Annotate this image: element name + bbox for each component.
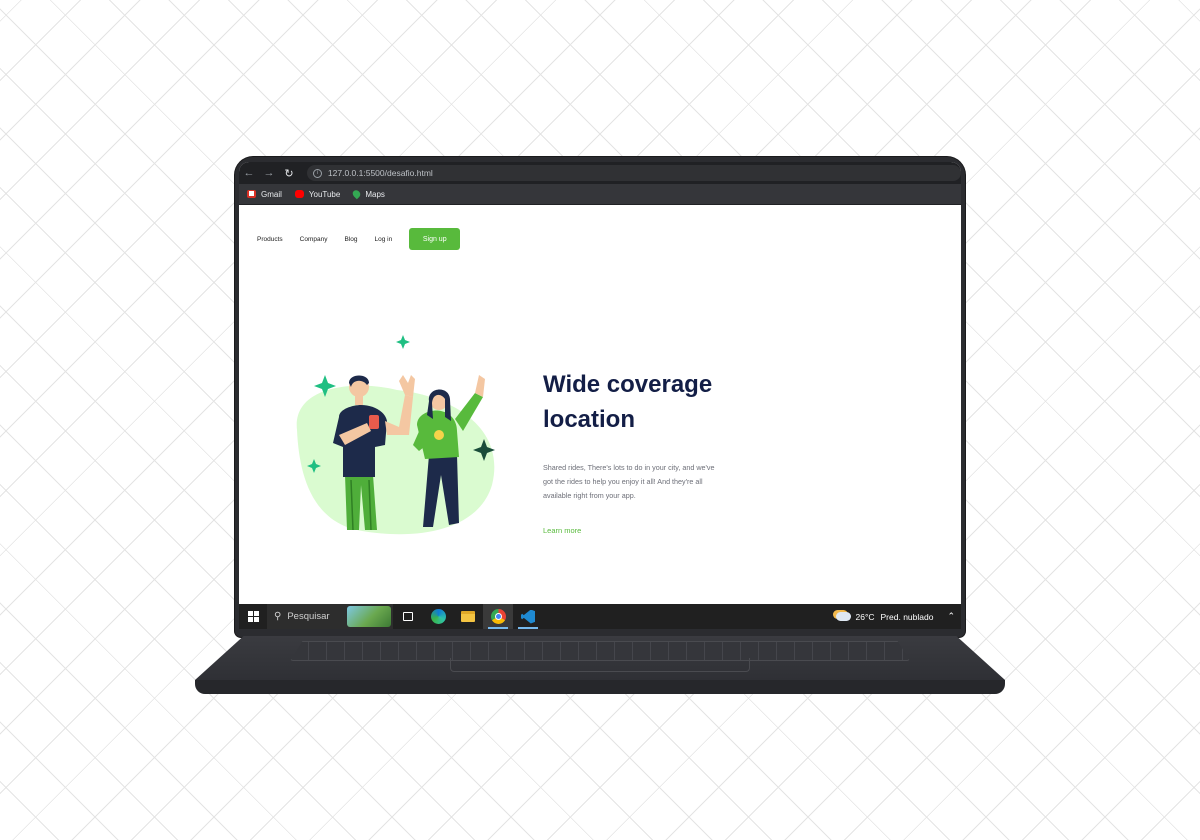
learn-more-link[interactable]: Learn more <box>543 526 581 535</box>
gmail-icon <box>247 190 256 198</box>
nav-company[interactable]: Company <box>300 236 328 243</box>
hero-title-line: location <box>543 406 636 433</box>
start-button[interactable] <box>239 611 267 622</box>
maps-icon <box>351 188 363 200</box>
back-icon[interactable]: ← <box>239 167 259 179</box>
widgets-icon[interactable] <box>347 606 391 627</box>
bookmark-maps[interactable]: Maps <box>351 188 385 200</box>
site-info-icon[interactable]: i <box>312 168 322 178</box>
weather-text[interactable]: Pred. nublado <box>881 612 934 622</box>
hero-text-line: Shared rides, There's lots to do in your… <box>543 463 715 472</box>
laptop-base <box>195 636 1005 696</box>
bookmarks-bar: Gmail YouTube Maps <box>239 184 961 205</box>
windows-icon <box>247 611 259 622</box>
forward-icon[interactable]: → <box>259 167 279 179</box>
cloud-icon <box>835 612 851 621</box>
search-placeholder: Pesquisar <box>287 611 330 622</box>
hero-description: Shared rides, There's lots to do in your… <box>543 461 743 503</box>
nav-products[interactable]: Products <box>257 236 283 243</box>
top-nav: Products Company Blog Log in Sign up <box>257 228 461 250</box>
nav-login[interactable]: Log in <box>375 236 393 243</box>
hero-title-line: Wide coverage <box>543 371 713 398</box>
signup-button[interactable]: Sign up <box>409 228 461 250</box>
task-view-icon[interactable] <box>393 604 423 629</box>
chrome-icon[interactable] <box>483 604 513 629</box>
bookmark-youtube[interactable]: YouTube <box>294 189 341 199</box>
url-text: 127.0.0.1:5500/desafio.html <box>327 168 433 178</box>
vscode-icon[interactable] <box>513 604 543 629</box>
bookmark-gmail[interactable]: Gmail <box>247 190 282 199</box>
edge-icon[interactable] <box>423 604 453 629</box>
bookmark-label: Maps <box>365 189 385 199</box>
nav-blog[interactable]: Blog <box>344 236 357 243</box>
windows-taskbar: ⚲ Pesquisar 26°C Pred. nublado ⌃ <box>239 604 961 629</box>
laptop-trackpad <box>450 658 750 672</box>
address-bar[interactable]: i 127.0.0.1:5500/desafio.html <box>306 165 961 181</box>
sparkle-icon <box>396 335 410 349</box>
chevron-up-icon[interactable]: ⌃ <box>947 611 955 622</box>
hero-text-line: got the rides to help you enjoy it all! … <box>543 477 703 486</box>
reload-icon[interactable]: ↻ <box>279 167 299 180</box>
hero-title: Wide coverage location <box>543 367 763 437</box>
laptop-screen: ← → ↻ i 127.0.0.1:5500/desafio.html Gmai… <box>239 162 961 629</box>
web-page: Products Company Blog Log in Sign up Wid… <box>239 205 961 604</box>
browser-toolbar: ← → ↻ i 127.0.0.1:5500/desafio.html <box>239 162 961 184</box>
youtube-icon <box>294 190 304 198</box>
hero-illustration <box>296 335 495 535</box>
hero-text-line: available right from your app. <box>543 491 636 500</box>
taskbar-search[interactable]: ⚲ Pesquisar <box>267 604 393 629</box>
weather-temp[interactable]: 26°C <box>856 612 875 622</box>
bookmark-label: Gmail <box>261 189 282 199</box>
laptop-base-edge <box>195 680 1005 694</box>
system-tray: 26°C Pred. nublado ⌃ <box>835 611 961 622</box>
search-icon: ⚲ <box>274 611 282 622</box>
bookmark-label: YouTube <box>308 189 341 199</box>
file-explorer-icon[interactable] <box>453 604 483 629</box>
